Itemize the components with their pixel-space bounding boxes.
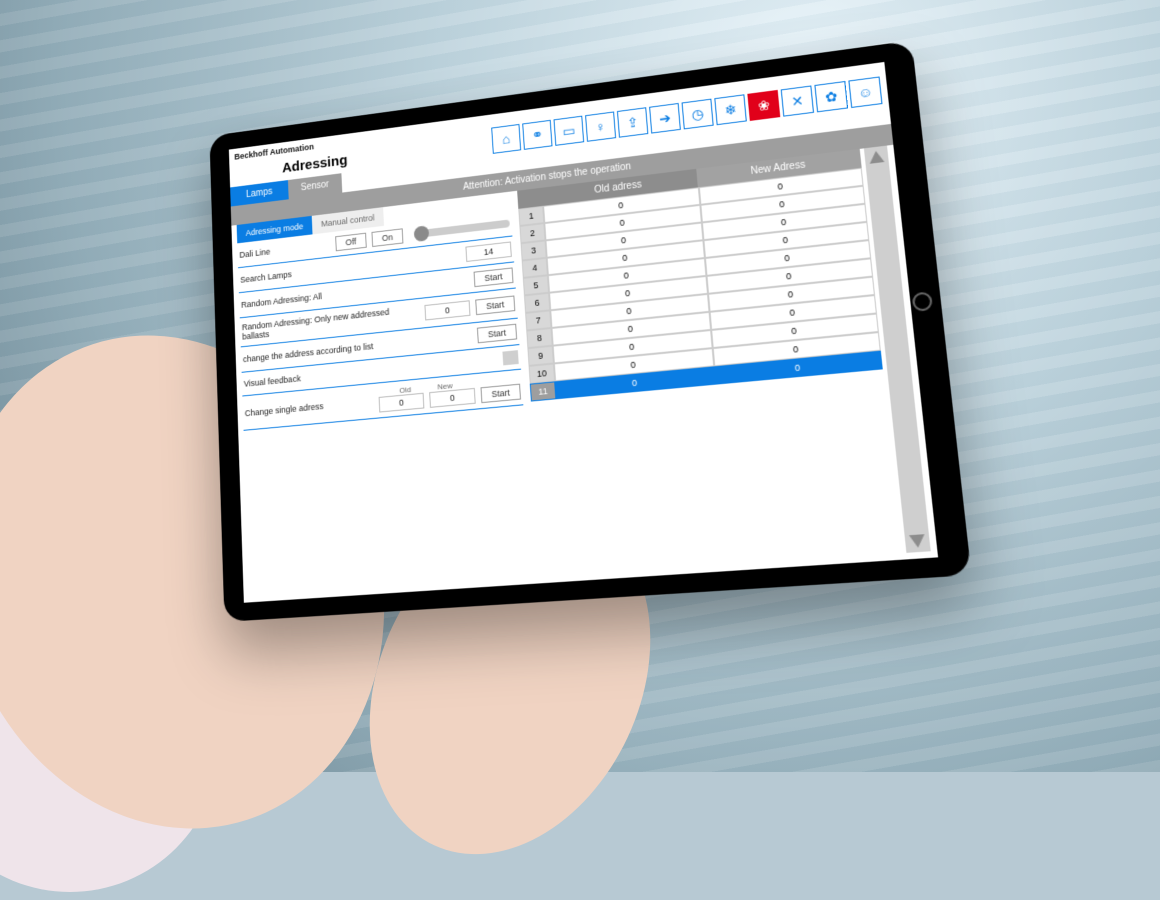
clock-icon[interactable]: ◷ bbox=[682, 99, 714, 130]
card-icon[interactable]: ▭ bbox=[554, 116, 585, 146]
btn-single-start[interactable]: Start bbox=[480, 384, 521, 404]
value-search[interactable]: 14 bbox=[465, 241, 511, 261]
table-body: 10020030040050060070080090010001100 bbox=[518, 168, 882, 402]
address-table: Old adress New Adress 100200300400500600… bbox=[517, 149, 902, 577]
app-screen: Beckhoff Automation Adressing ⌂⚭▭♀⇪➔◷❄❀✕… bbox=[229, 62, 938, 603]
run-icon[interactable]: ➔ bbox=[649, 103, 681, 134]
bulb-icon[interactable]: ♀ bbox=[585, 111, 616, 141]
users-icon[interactable]: ⚭ bbox=[522, 120, 552, 150]
content-body: Adressing mode Manual control Dali Line … bbox=[231, 145, 938, 603]
person-icon[interactable]: ☺ bbox=[848, 76, 882, 108]
bell-icon[interactable]: ✿ bbox=[814, 81, 848, 112]
dali-slider[interactable] bbox=[414, 219, 510, 238]
left-panel: Adressing mode Manual control Dali Line … bbox=[237, 192, 535, 597]
tablet-frame: Beckhoff Automation Adressing ⌂⚭▭♀⇪➔◷❄❀✕… bbox=[209, 40, 971, 621]
walk-icon[interactable]: ⇪ bbox=[617, 107, 648, 137]
cell-index: 11 bbox=[530, 381, 557, 401]
snow-icon[interactable]: ❄ bbox=[714, 94, 747, 125]
value-random-new[interactable]: 0 bbox=[424, 300, 470, 320]
btn-dali-on[interactable]: On bbox=[371, 228, 403, 247]
label-change-single: Change single adress bbox=[245, 398, 354, 418]
btn-change-list-start[interactable]: Start bbox=[477, 324, 517, 344]
btn-dali-off[interactable]: Off bbox=[335, 233, 366, 252]
value-single-new[interactable]: 0 bbox=[429, 388, 476, 408]
btn-random-all-start[interactable]: Start bbox=[474, 267, 514, 287]
tablet-home-button-icon[interactable] bbox=[912, 291, 933, 312]
scroll-down-icon[interactable] bbox=[909, 534, 926, 548]
scroll-up-icon[interactable] bbox=[869, 150, 885, 164]
value-single-old[interactable]: 0 bbox=[379, 393, 425, 413]
right-panel: Old adress New Adress 100200300400500600… bbox=[517, 146, 931, 577]
home-icon[interactable]: ⌂ bbox=[491, 124, 521, 154]
tools-icon[interactable]: ✕ bbox=[781, 85, 814, 116]
label-dali: Dali Line bbox=[239, 240, 330, 260]
leaf-icon[interactable]: ❀ bbox=[747, 90, 780, 121]
btn-random-new-start[interactable]: Start bbox=[475, 295, 515, 315]
visual-feedback-indicator-icon[interactable] bbox=[502, 350, 518, 365]
